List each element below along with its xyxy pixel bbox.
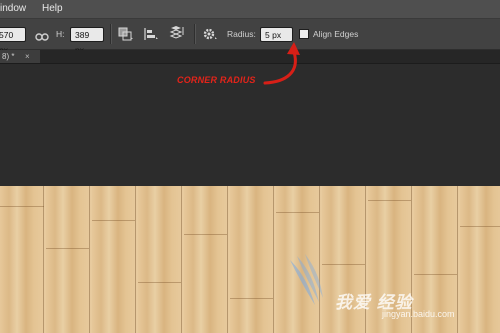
radius-label: Radius: (227, 29, 256, 39)
path-operations-icon[interactable] (118, 27, 134, 46)
width-field[interactable]: 570 px (0, 27, 26, 55)
close-icon[interactable]: × (25, 50, 30, 63)
annotation-label: CORNER RADIUS (177, 75, 256, 85)
height-label: H: (56, 29, 65, 39)
annotation-arrow-icon (256, 38, 306, 98)
menu-window[interactable]: indow (0, 3, 26, 14)
align-edges-label: Align Edges (313, 29, 359, 39)
tab-label: 8) * (2, 52, 15, 61)
menu-bar: indow Help (0, 0, 500, 19)
menu-help[interactable]: Help (42, 3, 63, 14)
tab-document[interactable]: 8) * × (0, 50, 40, 63)
path-arrangement-icon[interactable] (168, 25, 186, 48)
path-alignment-icon[interactable] (143, 27, 159, 46)
document-tab-bar: 8) * × (0, 50, 500, 64)
link-icon[interactable] (35, 29, 49, 47)
separator (194, 24, 196, 44)
height-field[interactable]: 389 px (70, 27, 104, 55)
gear-icon[interactable] (202, 27, 218, 46)
options-bar: 570 px H: 389 px (0, 19, 500, 55)
separator (110, 24, 112, 44)
watermark-url: jingyan.baidu.com (382, 309, 455, 319)
